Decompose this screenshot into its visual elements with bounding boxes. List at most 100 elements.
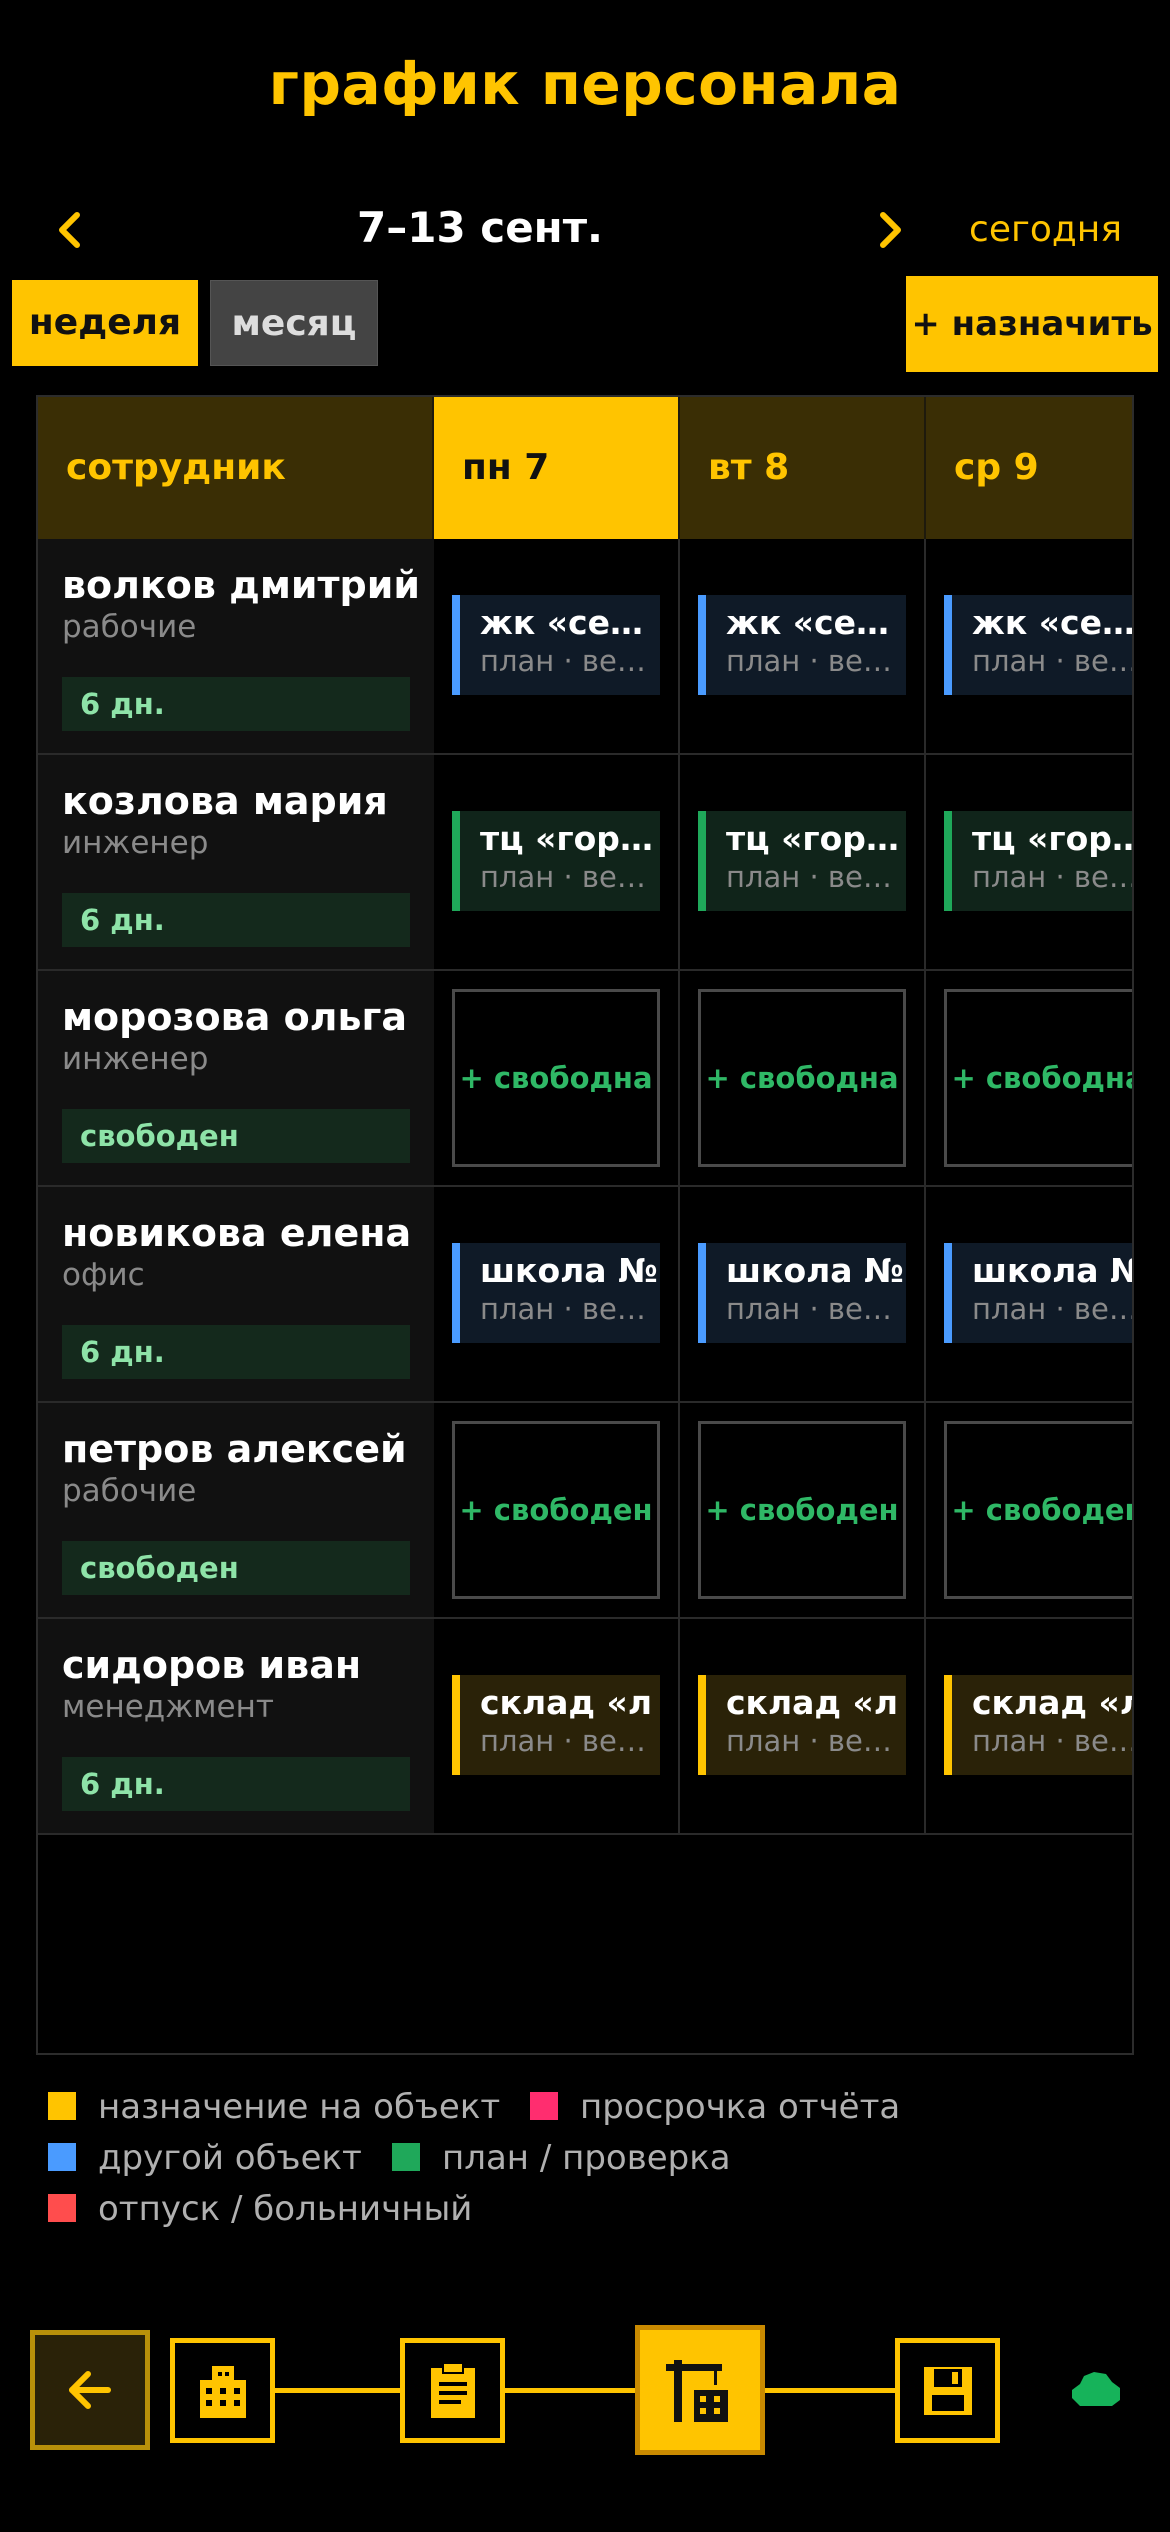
- day-cell[interactable]: склад «лплан · весь день: [926, 1619, 1134, 1833]
- employee-cell[interactable]: петров алексей рабочие свободен: [38, 1403, 434, 1617]
- legend-label: план / проверка: [442, 2138, 731, 2178]
- day-cell[interactable]: + свободен: [926, 1403, 1132, 1617]
- assignment-chip[interactable]: склад «лплан · весь день: [452, 1675, 660, 1775]
- today-button[interactable]: сегодня: [969, 209, 1122, 250]
- day-cell[interactable]: склад «лплан · весь день: [680, 1619, 926, 1833]
- assignment-chip[interactable]: тц «город»план · весь день: [944, 811, 1132, 911]
- back-icon[interactable]: [30, 2330, 150, 2450]
- week-view-button[interactable]: неделя: [12, 280, 198, 366]
- employee-role: инженер: [62, 825, 209, 861]
- day-cell[interactable]: + свободна: [926, 971, 1132, 1185]
- page-title: график персонала: [268, 50, 902, 118]
- legend-label: просрочка отчёта: [580, 2087, 901, 2127]
- assignment-chip[interactable]: тц «город»план · весь день: [452, 811, 660, 911]
- assign-button[interactable]: + назначить: [906, 276, 1158, 372]
- day-cell[interactable]: школа №план · весь день: [680, 1187, 926, 1401]
- day-cell[interactable]: склад «лплан · весь день: [434, 1619, 680, 1833]
- employee-cell[interactable]: новикова елена офис 6 дн.: [38, 1187, 434, 1401]
- day-cell[interactable]: школа №план · весь день: [434, 1187, 680, 1401]
- schedule-grid: сотрудник пн 7 вт 8 ср 9 волков дмитрий р…: [36, 395, 1134, 2055]
- assignment-chip[interactable]: жк «северный»план · весь день: [698, 595, 906, 695]
- day-cell[interactable]: тц «город»план · весь день: [926, 755, 1132, 969]
- assignment-details: план · весь день: [480, 644, 660, 678]
- assignment-details: план · весь день: [972, 860, 1132, 894]
- status-badge: свободен: [62, 1109, 410, 1163]
- clipboard-icon[interactable]: [400, 2338, 505, 2443]
- legend-swatch: [48, 2091, 76, 2120]
- building-icon[interactable]: [170, 2338, 275, 2443]
- day-cell[interactable]: жк «северный»план · весь день: [434, 539, 680, 753]
- crane-icon[interactable]: [635, 2325, 765, 2455]
- day-cell[interactable]: жк «северный»план · весь день: [680, 539, 926, 753]
- assignment-details: план · весь день: [726, 1292, 906, 1326]
- assignment-site: склад «л: [972, 1683, 1134, 1722]
- assignment-details: план · весь день: [972, 644, 1132, 678]
- employee-name: новикова елена: [62, 1211, 412, 1255]
- employee-name: козлова мария: [62, 779, 388, 823]
- status-badge: 6 дн.: [62, 1325, 410, 1379]
- status-badge: 6 дн.: [62, 1757, 410, 1811]
- assignment-chip[interactable]: школа №план · весь день: [698, 1243, 906, 1343]
- assignment-chip[interactable]: склад «лплан · весь день: [698, 1675, 906, 1775]
- day-cell[interactable]: + свободна: [434, 971, 680, 1185]
- table-row: петров алексей рабочие свободен + свободен +…: [38, 1403, 1132, 1619]
- employee-name: морозова ольга: [62, 995, 408, 1039]
- next-week-chevron-icon[interactable]: [862, 203, 916, 257]
- grid-header: сотрудник пн 7 вт 8 ср 9: [38, 397, 1132, 539]
- assignment-details: план · весь день: [726, 860, 906, 894]
- assignment-chip[interactable]: школа №план · весь день: [452, 1243, 660, 1343]
- table-row: козлова марияинженер6 дн.тц «город»план …: [38, 755, 1132, 971]
- month-view-button[interactable]: месяц: [210, 280, 378, 366]
- day-cell[interactable]: + свободен: [680, 1403, 926, 1617]
- status-badge: 6 дн.: [62, 893, 410, 947]
- day-cell[interactable]: школа №план · весь день: [926, 1187, 1132, 1401]
- week-navigation: 7–13 сент. сегодня: [0, 195, 1170, 265]
- day-cell[interactable]: тц «город»план · весь день: [680, 755, 926, 969]
- employee-cell[interactable]: сидоров иван менеджмент 6 дн.: [38, 1619, 434, 1833]
- day-cell[interactable]: + свободна: [680, 971, 926, 1185]
- assignment-site: школа №: [480, 1251, 658, 1290]
- free-slot-button[interactable]: + свободна: [452, 989, 660, 1167]
- date-range: 7–13 сент.: [357, 203, 603, 252]
- cloud-icon[interactable]: [1068, 2368, 1124, 2410]
- assignment-site: жк «северный»: [972, 603, 1132, 642]
- legend-swatch: [48, 2193, 76, 2222]
- status-badge: 6 дн.: [62, 677, 410, 731]
- free-slot-button[interactable]: + свободна: [698, 989, 906, 1167]
- assignment-chip[interactable]: тц «город»план · весь день: [698, 811, 906, 911]
- employee-role: рабочие: [62, 609, 197, 645]
- employee-cell[interactable]: морозова ольга инженер свободен: [38, 971, 434, 1185]
- prev-week-chevron-icon[interactable]: [44, 203, 98, 257]
- assignment-site: тц «город»: [726, 819, 906, 858]
- assignment-site: склад «л: [480, 1683, 653, 1722]
- assignment-site: склад «л: [726, 1683, 899, 1722]
- employee-name: петров алексей: [62, 1427, 407, 1471]
- free-slot-button[interactable]: + свободен: [944, 1421, 1132, 1599]
- free-slot-button[interactable]: + свободен: [698, 1421, 906, 1599]
- employee-cell[interactable]: волков дмитрий рабочие 6 дн.: [38, 539, 434, 753]
- assignment-details: план · весь день: [480, 860, 660, 894]
- assignment-details: план · весь день: [972, 1292, 1132, 1326]
- day-header-mon[interactable]: пн 7: [434, 397, 680, 539]
- assignment-chip[interactable]: склад «лплан · весь день: [944, 1675, 1134, 1775]
- assignment-chip[interactable]: школа №план · весь день: [944, 1243, 1132, 1343]
- day-cell[interactable]: жк «северный»план · весь день: [926, 539, 1132, 753]
- save-icon[interactable]: [895, 2338, 1000, 2443]
- day-cell[interactable]: тц «город»план · весь день: [434, 755, 680, 969]
- employee-name: сидоров иван: [62, 1643, 362, 1687]
- employee-cell[interactable]: козлова мария инженер 6 дн.: [38, 755, 434, 969]
- legend-swatch: [530, 2091, 558, 2120]
- free-slot-button[interactable]: + свободна: [944, 989, 1132, 1167]
- assignment-details: план · весь день: [480, 1724, 660, 1758]
- assignment-details: план · весь день: [726, 644, 906, 678]
- legend-item: отпуск / больничный: [48, 2187, 472, 2231]
- assignment-chip[interactable]: жк «северный»план · весь день: [944, 595, 1132, 695]
- employee-column-header: сотрудник: [38, 397, 434, 539]
- employee-name: волков дмитрий: [62, 563, 421, 607]
- free-slot-button[interactable]: + свободен: [452, 1421, 660, 1599]
- day-header-tue[interactable]: вт 8: [680, 397, 926, 539]
- day-cell[interactable]: + свободен: [434, 1403, 680, 1617]
- table-row: новикова елена офис 6 дн. школа № план · вес…: [38, 1187, 1132, 1403]
- day-header-wed[interactable]: ср 9: [926, 397, 1132, 539]
- assignment-chip[interactable]: жк «северный»план · весь день: [452, 595, 660, 695]
